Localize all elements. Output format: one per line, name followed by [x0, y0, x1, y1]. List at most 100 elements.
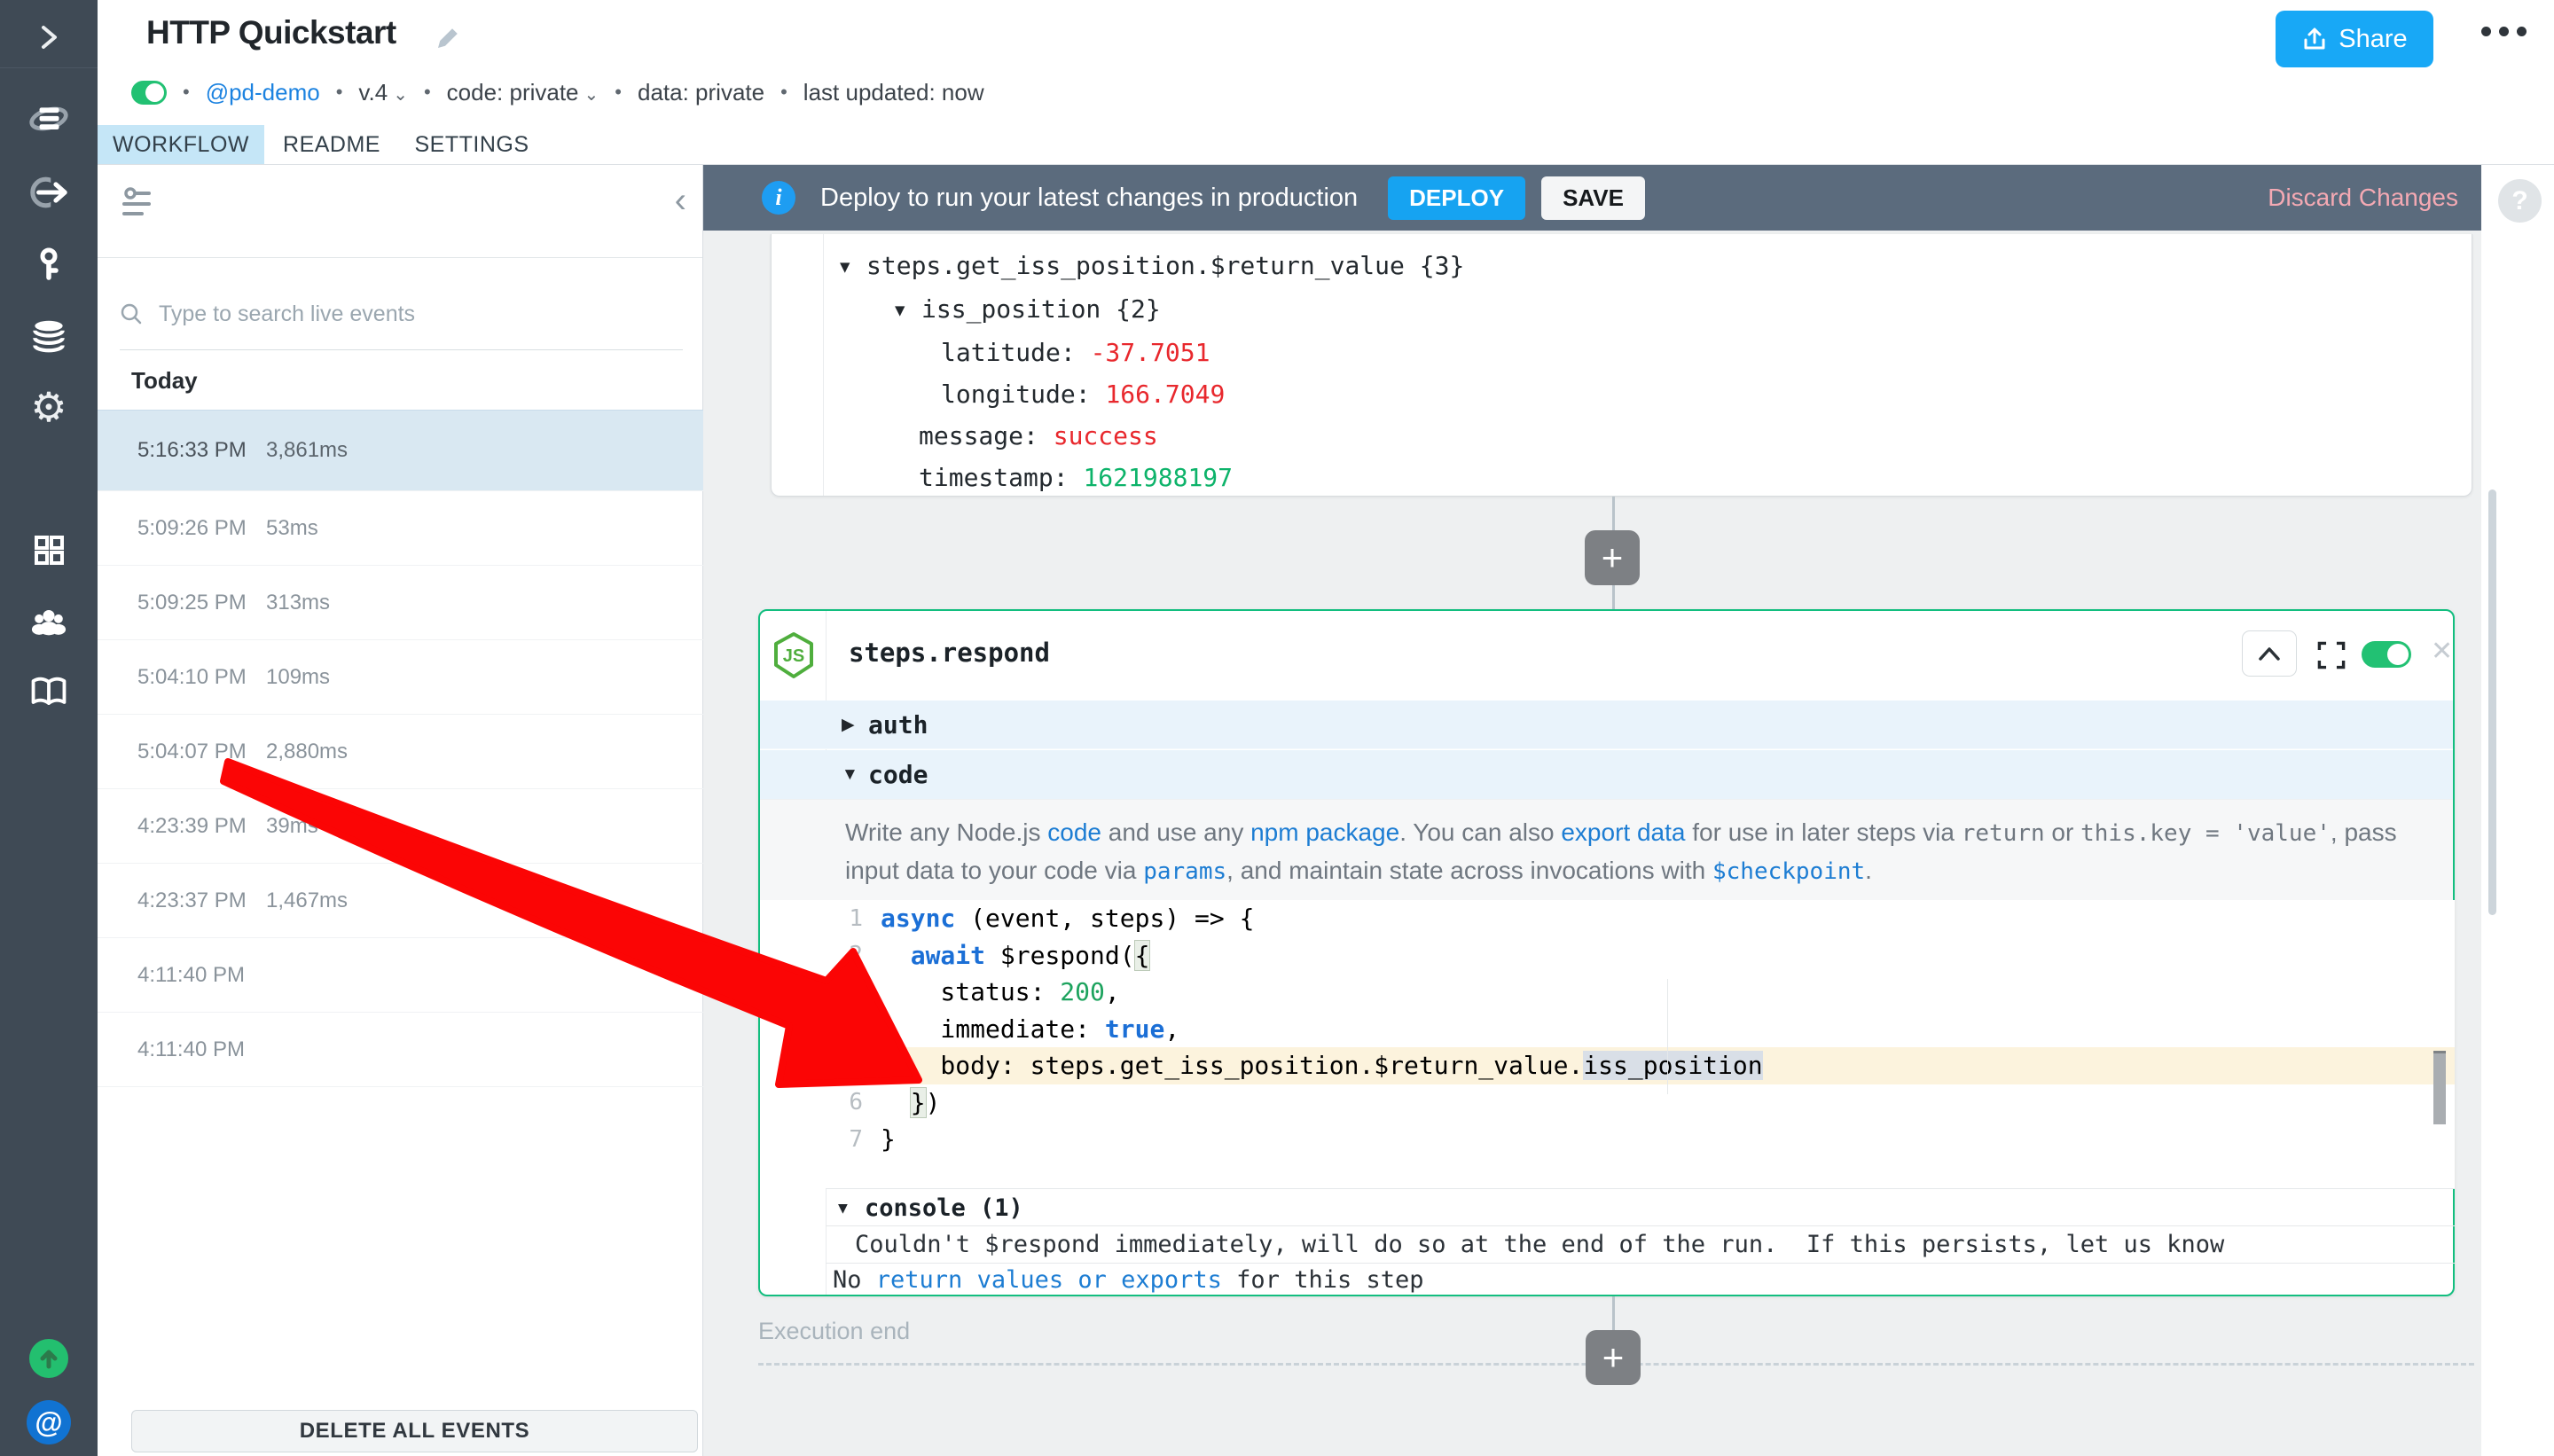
save-button[interactable]: SAVE	[1541, 176, 1645, 220]
line-number: 1	[826, 905, 881, 932]
filter-events-button[interactable]	[122, 184, 161, 228]
sidebar-item-workflows[interactable]	[0, 91, 98, 148]
editor-scrollbar-thumb[interactable]	[2433, 1051, 2446, 1124]
version-dropdown[interactable]: v.4⌄	[358, 79, 408, 106]
code-line[interactable]: 1async (event, steps) => {	[826, 900, 2455, 937]
code-line[interactable]: 5 body: steps.get_iss_position.$return_v…	[826, 1047, 2455, 1084]
right-edge-strip: ?	[2481, 165, 2554, 1456]
workflow-active-toggle[interactable]	[131, 81, 167, 105]
separator: •	[336, 81, 343, 104]
code-privacy-dropdown[interactable]: code: private⌄	[447, 79, 599, 106]
share-button[interactable]: Share	[2276, 11, 2433, 67]
delete-all-events-button[interactable]: DELETE ALL EVENTS	[131, 1410, 698, 1452]
panel-divider	[98, 257, 702, 258]
add-step-button[interactable]: +	[1585, 530, 1640, 585]
expand-rail-icon[interactable]	[0, 9, 98, 66]
support-button[interactable]: @	[0, 1394, 98, 1451]
more-menu-button[interactable]	[2481, 27, 2527, 36]
chevron-up-icon	[2256, 644, 2283, 663]
code-line[interactable]: 4 immediate: true,	[826, 1011, 2455, 1048]
inline-link[interactable]: return values or exports	[876, 1266, 1222, 1294]
search-input[interactable]	[157, 301, 622, 328]
workflows-icon	[28, 99, 69, 140]
inline-link[interactable]: npm package	[1250, 818, 1399, 846]
event-row[interactable]: 4:11:40 PM	[98, 938, 703, 1013]
svg-text:JS: JS	[783, 646, 804, 666]
text-token: body: steps.get_iss_position.$return_val…	[881, 1051, 1583, 1080]
code-description: Write any Node.js code and use any npm p…	[760, 799, 2453, 900]
collapse-step-button[interactable]	[2242, 630, 2297, 677]
tree-key: latitude:	[941, 338, 1091, 367]
inline-link[interactable]: export data	[1561, 818, 1685, 846]
help-button[interactable]: ?	[2498, 179, 2542, 223]
fullscreen-button[interactable]	[2316, 640, 2346, 675]
step-enabled-toggle[interactable]	[2362, 641, 2411, 668]
event-row[interactable]: 5:04:10 PM109ms	[98, 640, 703, 715]
inline-link[interactable]: $checkpoint	[1712, 858, 1865, 885]
console-log-line: Couldn't $respond immediately, will do s…	[826, 1225, 2455, 1263]
event-row[interactable]: 5:09:26 PM53ms	[98, 491, 703, 566]
code-editor[interactable]: 1async (event, steps) => {2 await $respo…	[826, 900, 2455, 1189]
event-time: 5:09:26 PM	[137, 516, 266, 541]
nodejs-hexagon-icon: JS	[771, 630, 817, 680]
code-line[interactable]: 6 })	[826, 1084, 2455, 1122]
deploy-button[interactable]: DEPLOY	[1388, 176, 1525, 220]
text-token: $respond(	[985, 941, 1135, 970]
step-title[interactable]: steps.respond	[849, 638, 1050, 668]
auth-section-header[interactable]: ▶ auth	[760, 701, 2453, 749]
collapse-panel-button[interactable]: ‹	[675, 183, 686, 218]
event-row[interactable]: 5:04:07 PM2,880ms	[98, 715, 703, 789]
inline-link[interactable]: params	[1143, 858, 1226, 885]
rename-button[interactable]	[433, 23, 463, 58]
owner-link[interactable]: @pd-demo	[206, 79, 320, 106]
event-row[interactable]: 4:23:39 PM39ms	[98, 789, 703, 864]
code-line[interactable]: 7}	[826, 1121, 2455, 1158]
sidebar-item-accounts[interactable]	[0, 236, 98, 293]
event-row[interactable]: 5:16:33 PM3,861ms	[98, 410, 703, 491]
page-scrollbar-thumb[interactable]	[2488, 489, 2496, 915]
code-section-header[interactable]: ▼ code	[760, 750, 2453, 799]
at-sign-icon: @	[27, 1400, 71, 1444]
sidebar-item-sources[interactable]	[0, 164, 98, 221]
event-row[interactable]: 4:23:37 PM1,467ms	[98, 864, 703, 938]
event-row[interactable]: 5:09:25 PM313ms	[98, 566, 703, 640]
events-section-label: Today	[131, 367, 198, 395]
event-row[interactable]: 4:11:40 PM	[98, 1013, 703, 1087]
discard-changes-button[interactable]: Discard Changes	[2268, 165, 2458, 231]
caret-down-icon[interactable]: ▼	[895, 290, 921, 332]
page-title: HTTP Quickstart	[146, 14, 396, 51]
filter-icon	[122, 184, 161, 223]
line-number: 6	[826, 1089, 881, 1115]
workflow-canvas: i Deploy to run your latest changes in p…	[703, 165, 2481, 1456]
code-line[interactable]: 2 await $respond({	[826, 937, 2455, 975]
event-time: 4:11:40 PM	[137, 1037, 266, 1062]
upgrade-button[interactable]	[0, 1330, 98, 1387]
workflow-meta-row: • @pd-demo • v.4⌄ • code: private⌄ • dat…	[131, 76, 984, 108]
data-privacy-label: data: private	[638, 79, 764, 106]
tree-branch: ▼steps.get_iss_position.$return_value {3…	[840, 245, 1464, 288]
sidebar-item-apps[interactable]	[0, 521, 98, 578]
inline-link[interactable]: code	[1047, 818, 1101, 846]
sidebar-item-settings[interactable]: ⚙	[0, 379, 98, 435]
event-time: 5:04:07 PM	[137, 740, 266, 764]
console-section-header[interactable]: ▼ console (1)	[826, 1188, 2455, 1226]
caret-down-icon: ▼	[842, 765, 868, 785]
separator: •	[183, 81, 190, 104]
caret-down-icon[interactable]: ▼	[840, 247, 866, 288]
sidebar-item-community[interactable]	[0, 592, 98, 649]
sidebar-item-data-stores[interactable]	[0, 307, 98, 364]
close-step-button[interactable]: ✕	[2431, 636, 2453, 667]
tab-workflow[interactable]: WORKFLOW	[98, 125, 264, 165]
text-token: , and maintain state across invocations …	[1226, 857, 1712, 884]
share-icon	[2301, 26, 2328, 52]
event-time: 5:16:33 PM	[137, 438, 266, 463]
tab-settings[interactable]: SETTINGS	[399, 125, 544, 165]
add-step-button[interactable]: +	[1586, 1330, 1641, 1385]
code-line[interactable]: 3 status: 200,	[826, 974, 2455, 1011]
chevron-right-icon	[29, 18, 68, 57]
book-icon	[27, 670, 70, 713]
text-token: (event, steps) => {	[955, 904, 1254, 933]
sidebar-item-docs[interactable]	[0, 663, 98, 720]
tab-readme[interactable]: README	[264, 125, 399, 165]
tree-count: {2}	[1101, 294, 1160, 324]
